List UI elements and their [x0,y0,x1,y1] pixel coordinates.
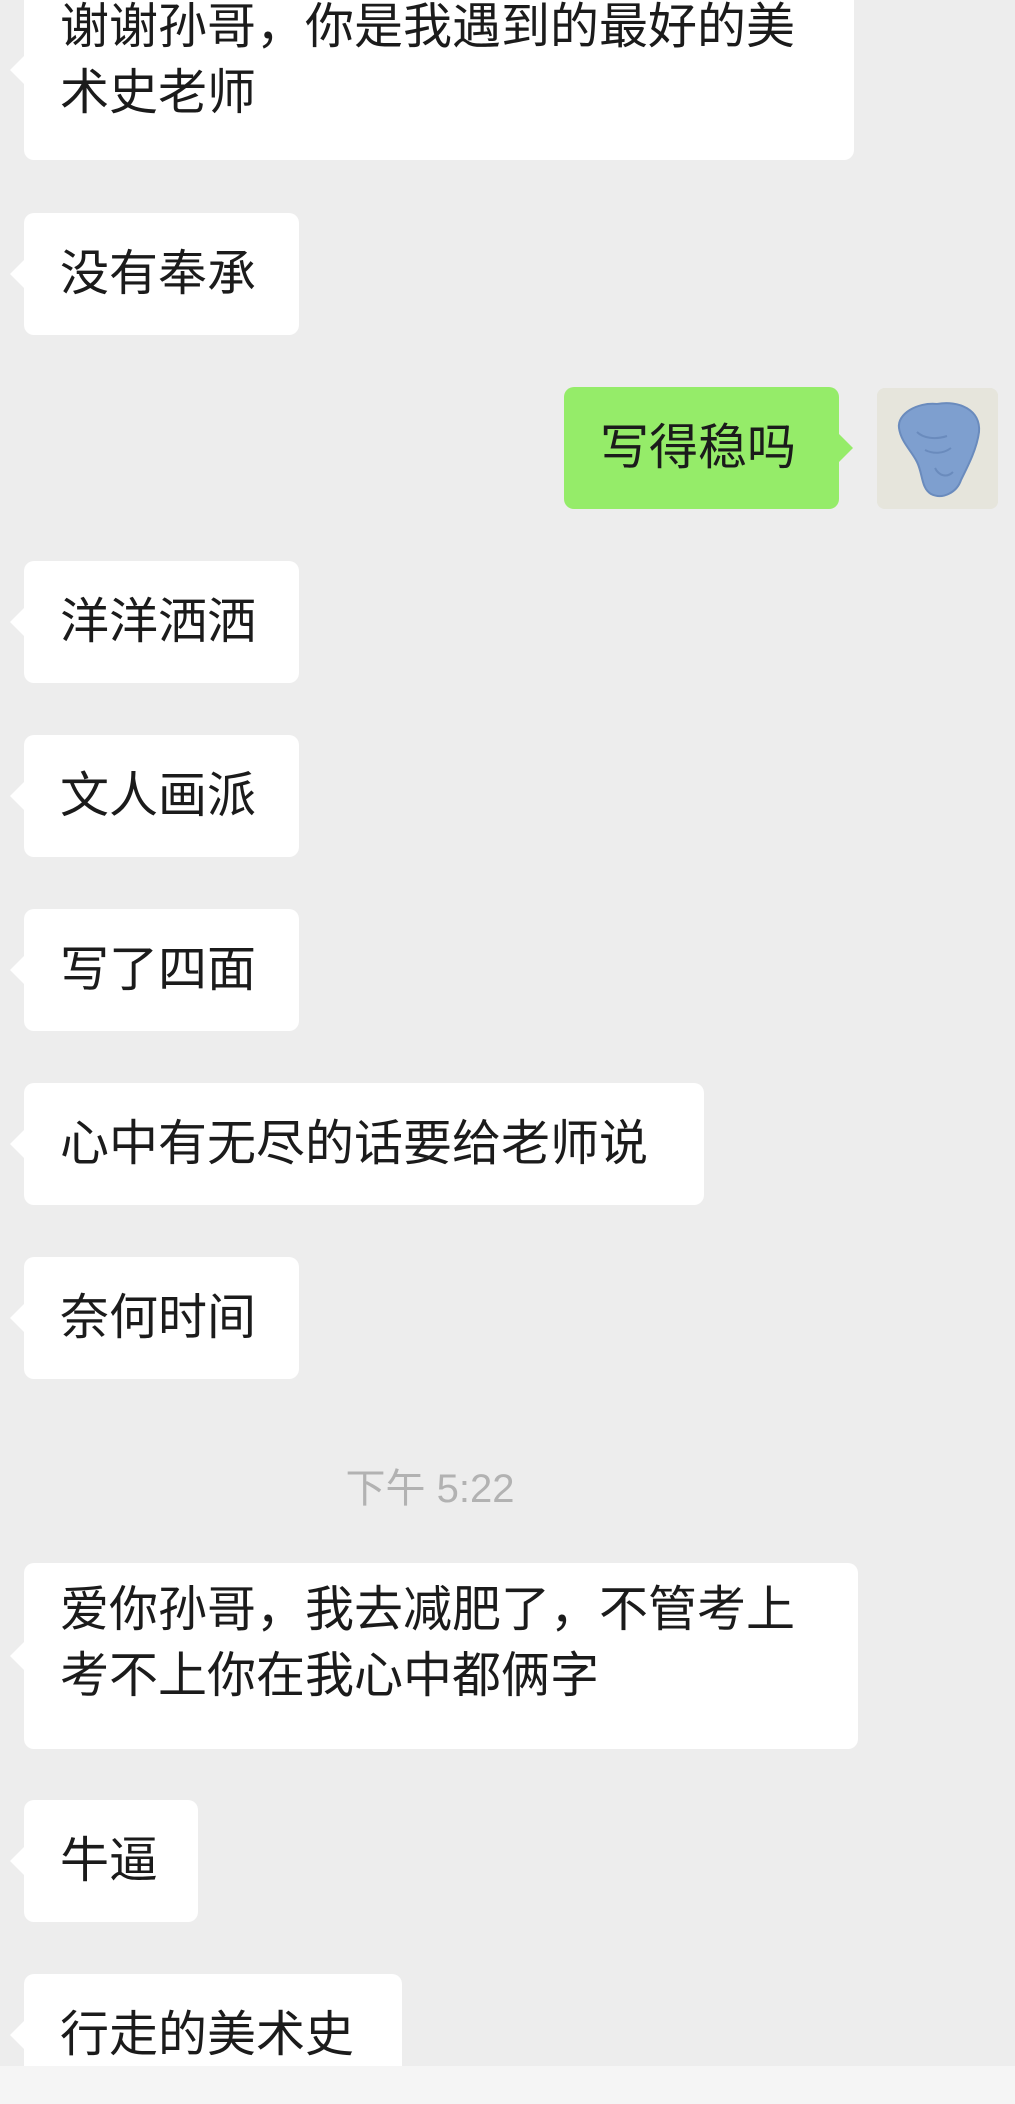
message-bubble-incoming[interactable]: 心中有无尽的话要给老师说 [10,1083,704,1205]
message-bubble-incoming[interactable]: 谢谢孙哥，你是我遇到的最好的美 术史老师 [10,0,854,160]
bottom-bar [0,2066,1015,2104]
message-bubble-incoming[interactable]: 没有奉承 [10,213,299,335]
message-bubble-incoming[interactable]: 牛逼 [10,1800,198,1922]
message-text: 没有奉承 [60,245,257,302]
message-text: 爱你孙哥，我去减肥了，不管考上 考不上你在我心中都俩字 [60,1581,796,1704]
message-bubble-outgoing[interactable]: 写得稳吗 [564,387,853,509]
message-timestamp: 下午 5:22 [345,1467,515,1511]
message-bubble-incoming[interactable]: 洋洋洒洒 [10,561,299,683]
message-text: 文人画派 [60,767,257,824]
message-bubble-incoming[interactable]: 奈何时间 [10,1257,299,1379]
message-text: 行走的美术史 [60,2006,355,2063]
message-bubble-incoming[interactable]: 爱你孙哥，我去减肥了，不管考上 考不上你在我心中都俩字 [10,1563,858,1749]
message-bubble-incoming[interactable]: 文人画派 [10,735,299,857]
message-text: 心中有无尽的话要给老师说 [60,1115,649,1172]
message-text: 谢谢孙哥，你是我遇到的最好的美 术史老师 [60,0,796,121]
message-text: 牛逼 [60,1832,159,1889]
message-text: 写得稳吗 [600,419,797,476]
message-text: 洋洋洒洒 [60,593,257,650]
self-avatar[interactable] [877,388,998,509]
message-bubble-incoming[interactable]: 写了四面 [10,909,299,1031]
blue-hand-avatar-icon [877,388,998,509]
message-text: 奈何时间 [60,1289,257,1346]
message-text: 写了四面 [60,941,257,998]
chat-message-list[interactable]: 谢谢孙哥，你是我遇到的最好的美 术史老师 没有奉承 写得稳吗 洋洋洒洒 文人画派… [0,0,1015,2104]
